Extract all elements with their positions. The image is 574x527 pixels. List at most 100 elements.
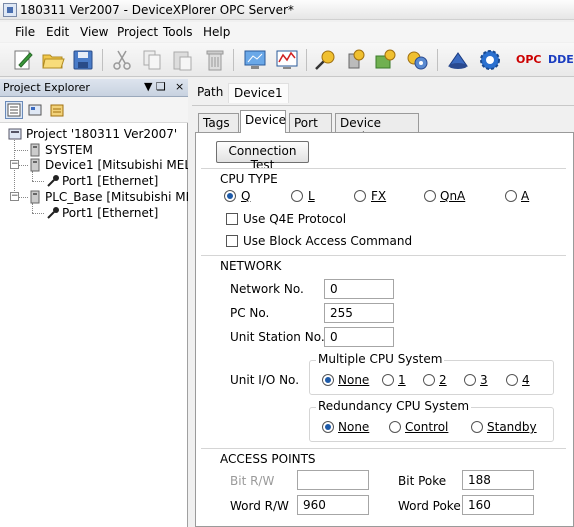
trend-chart-icon[interactable] [275, 48, 299, 72]
tree-item-plc-base[interactable]: PLC_Base [Mitsubishi MELS [45, 190, 188, 204]
multi-cpu-2-radio[interactable] [423, 374, 435, 386]
unit-station-label: Unit Station No. [230, 330, 325, 344]
connect-icon[interactable] [405, 48, 429, 72]
multi-cpu-none-label: None [338, 373, 370, 387]
collapse-icon[interactable]: − [10, 160, 19, 169]
cpu-q-label: Q [241, 189, 251, 203]
multi-cpu-4-radio[interactable] [506, 374, 518, 386]
multiple-cpu-title: Multiple CPU System [316, 352, 445, 366]
bit-rw-field[interactable] [297, 470, 369, 490]
tree-view-icon[interactable] [5, 101, 23, 119]
project-tree: Project '180311 Ver2007' SYSTEM − Device… [0, 124, 188, 527]
tree-item-plc-base-port[interactable]: Port1 [Ethernet] [62, 206, 158, 220]
cpu-type-title: CPU TYPE [220, 172, 278, 186]
toolbar: OPC DDE [0, 43, 574, 77]
tab-device-option[interactable]: Device Option [335, 113, 419, 144]
title-bar: 180311 Ver2007 - DeviceXPlorer OPC Serve… [0, 0, 574, 20]
path-bar: Path Device1 [192, 79, 574, 106]
multi-cpu-2-label: 2 [439, 373, 447, 387]
menu-help[interactable]: Help [203, 25, 230, 39]
save-icon[interactable] [71, 48, 95, 72]
tab-device[interactable]: Device [240, 110, 286, 133]
paste-icon[interactable] [170, 48, 194, 72]
new-icon[interactable] [11, 48, 35, 72]
word-rw-field[interactable] [297, 495, 369, 515]
bit-poke-field[interactable] [462, 470, 534, 490]
collapse-icon[interactable]: − [10, 192, 19, 201]
add-device-icon[interactable] [343, 48, 367, 72]
cpu-fx-radio[interactable] [354, 190, 366, 202]
open-folder-icon[interactable] [41, 48, 65, 72]
dde-button[interactable]: DDE [548, 53, 574, 66]
menu-project[interactable]: Project [117, 25, 158, 39]
ethernet-port-icon [46, 206, 60, 220]
tab-tags[interactable]: Tags [198, 113, 239, 132]
tree-item-project[interactable]: Project '180311 Ver2007' [26, 127, 177, 141]
menu-view[interactable]: View [80, 25, 108, 39]
multi-cpu-3-radio[interactable] [464, 374, 476, 386]
bit-rw-label: Bit R/W [230, 474, 275, 488]
cpu-l-label: L [308, 189, 315, 203]
unit-station-field[interactable] [324, 327, 394, 347]
menu-bar: File Edit View Project Tools Help [0, 22, 574, 42]
cpu-qna-radio[interactable] [424, 190, 436, 202]
list-view-icon[interactable] [26, 101, 44, 119]
menu-tools[interactable]: Tools [163, 25, 193, 39]
word-poke-label: Word Poke [398, 499, 461, 513]
use-block-access-checkbox[interactable] [226, 235, 238, 247]
menu-edit[interactable]: Edit [46, 25, 69, 39]
project-explorer: Project Explorer ▼ ❑ × Project '180311 V… [0, 79, 188, 527]
cpu-a-radio[interactable] [505, 190, 517, 202]
delete-icon[interactable] [203, 48, 227, 72]
cpu-qna-label: QnA [440, 189, 466, 203]
use-q4e-checkbox[interactable] [226, 213, 238, 225]
redundancy-control-label: Control [405, 420, 449, 434]
probe-icon[interactable] [313, 48, 337, 72]
property-tabs: Tags Device Port Device Option [192, 109, 574, 144]
menu-file[interactable]: File [15, 25, 35, 39]
toolbar-separator [102, 49, 103, 71]
cut-icon[interactable] [110, 48, 134, 72]
cpu-a-label: A [521, 189, 530, 203]
word-poke-field[interactable] [462, 495, 534, 515]
opc-button[interactable]: OPC [516, 53, 542, 66]
connection-test-button[interactable]: Connection Test [216, 141, 309, 172]
cpu-q-radio[interactable] [224, 190, 236, 202]
add-tag-icon[interactable] [373, 48, 397, 72]
device-properties-pane: Path Device1 Tags Device Port Device Opt… [192, 79, 574, 527]
cpu-l-radio[interactable] [291, 190, 303, 202]
pin-icon[interactable]: ▼ ❑ [144, 80, 166, 93]
tab-port[interactable]: Port [289, 113, 332, 132]
tree-line [32, 213, 44, 214]
tree-line [32, 171, 33, 181]
redundancy-none-label: None [338, 420, 370, 434]
use-q4e-label: Use Q4E Protocol [243, 212, 347, 226]
redundancy-none-radio[interactable] [322, 421, 334, 433]
multi-cpu-1-label: 1 [398, 373, 406, 387]
tree-item-device1-port[interactable]: Port1 [Ethernet] [62, 174, 158, 188]
network-icon[interactable] [446, 48, 470, 72]
close-icon[interactable]: × [175, 80, 184, 93]
network-no-field[interactable] [324, 279, 394, 299]
redundancy-cpu-title: Redundancy CPU System [316, 399, 472, 413]
monitor-icon[interactable] [243, 48, 267, 72]
multi-cpu-1-radio[interactable] [382, 374, 394, 386]
window-title: 180311 Ver2007 - DeviceXPlorer OPC Serve… [20, 3, 294, 17]
network-title: NETWORK [220, 259, 282, 273]
cpu-fx-label: FX [371, 189, 387, 203]
tree-item-system[interactable]: SYSTEM [45, 143, 93, 157]
copy-icon[interactable] [140, 48, 164, 72]
settings-gear-icon[interactable] [478, 48, 502, 72]
toolbar-separator [437, 49, 438, 71]
tree-item-device1[interactable]: Device1 [Mitsubishi MELSEC [45, 158, 188, 172]
multi-cpu-4-label: 4 [522, 373, 530, 387]
tree-line [18, 197, 28, 198]
properties-icon[interactable] [48, 101, 66, 119]
tree-line [18, 165, 28, 166]
pc-no-field[interactable] [324, 303, 394, 323]
redundancy-standby-radio[interactable] [471, 421, 483, 433]
multi-cpu-none-radio[interactable] [322, 374, 334, 386]
network-no-label: Network No. [230, 282, 304, 296]
path-label: Path [197, 85, 224, 99]
redundancy-control-radio[interactable] [389, 421, 401, 433]
